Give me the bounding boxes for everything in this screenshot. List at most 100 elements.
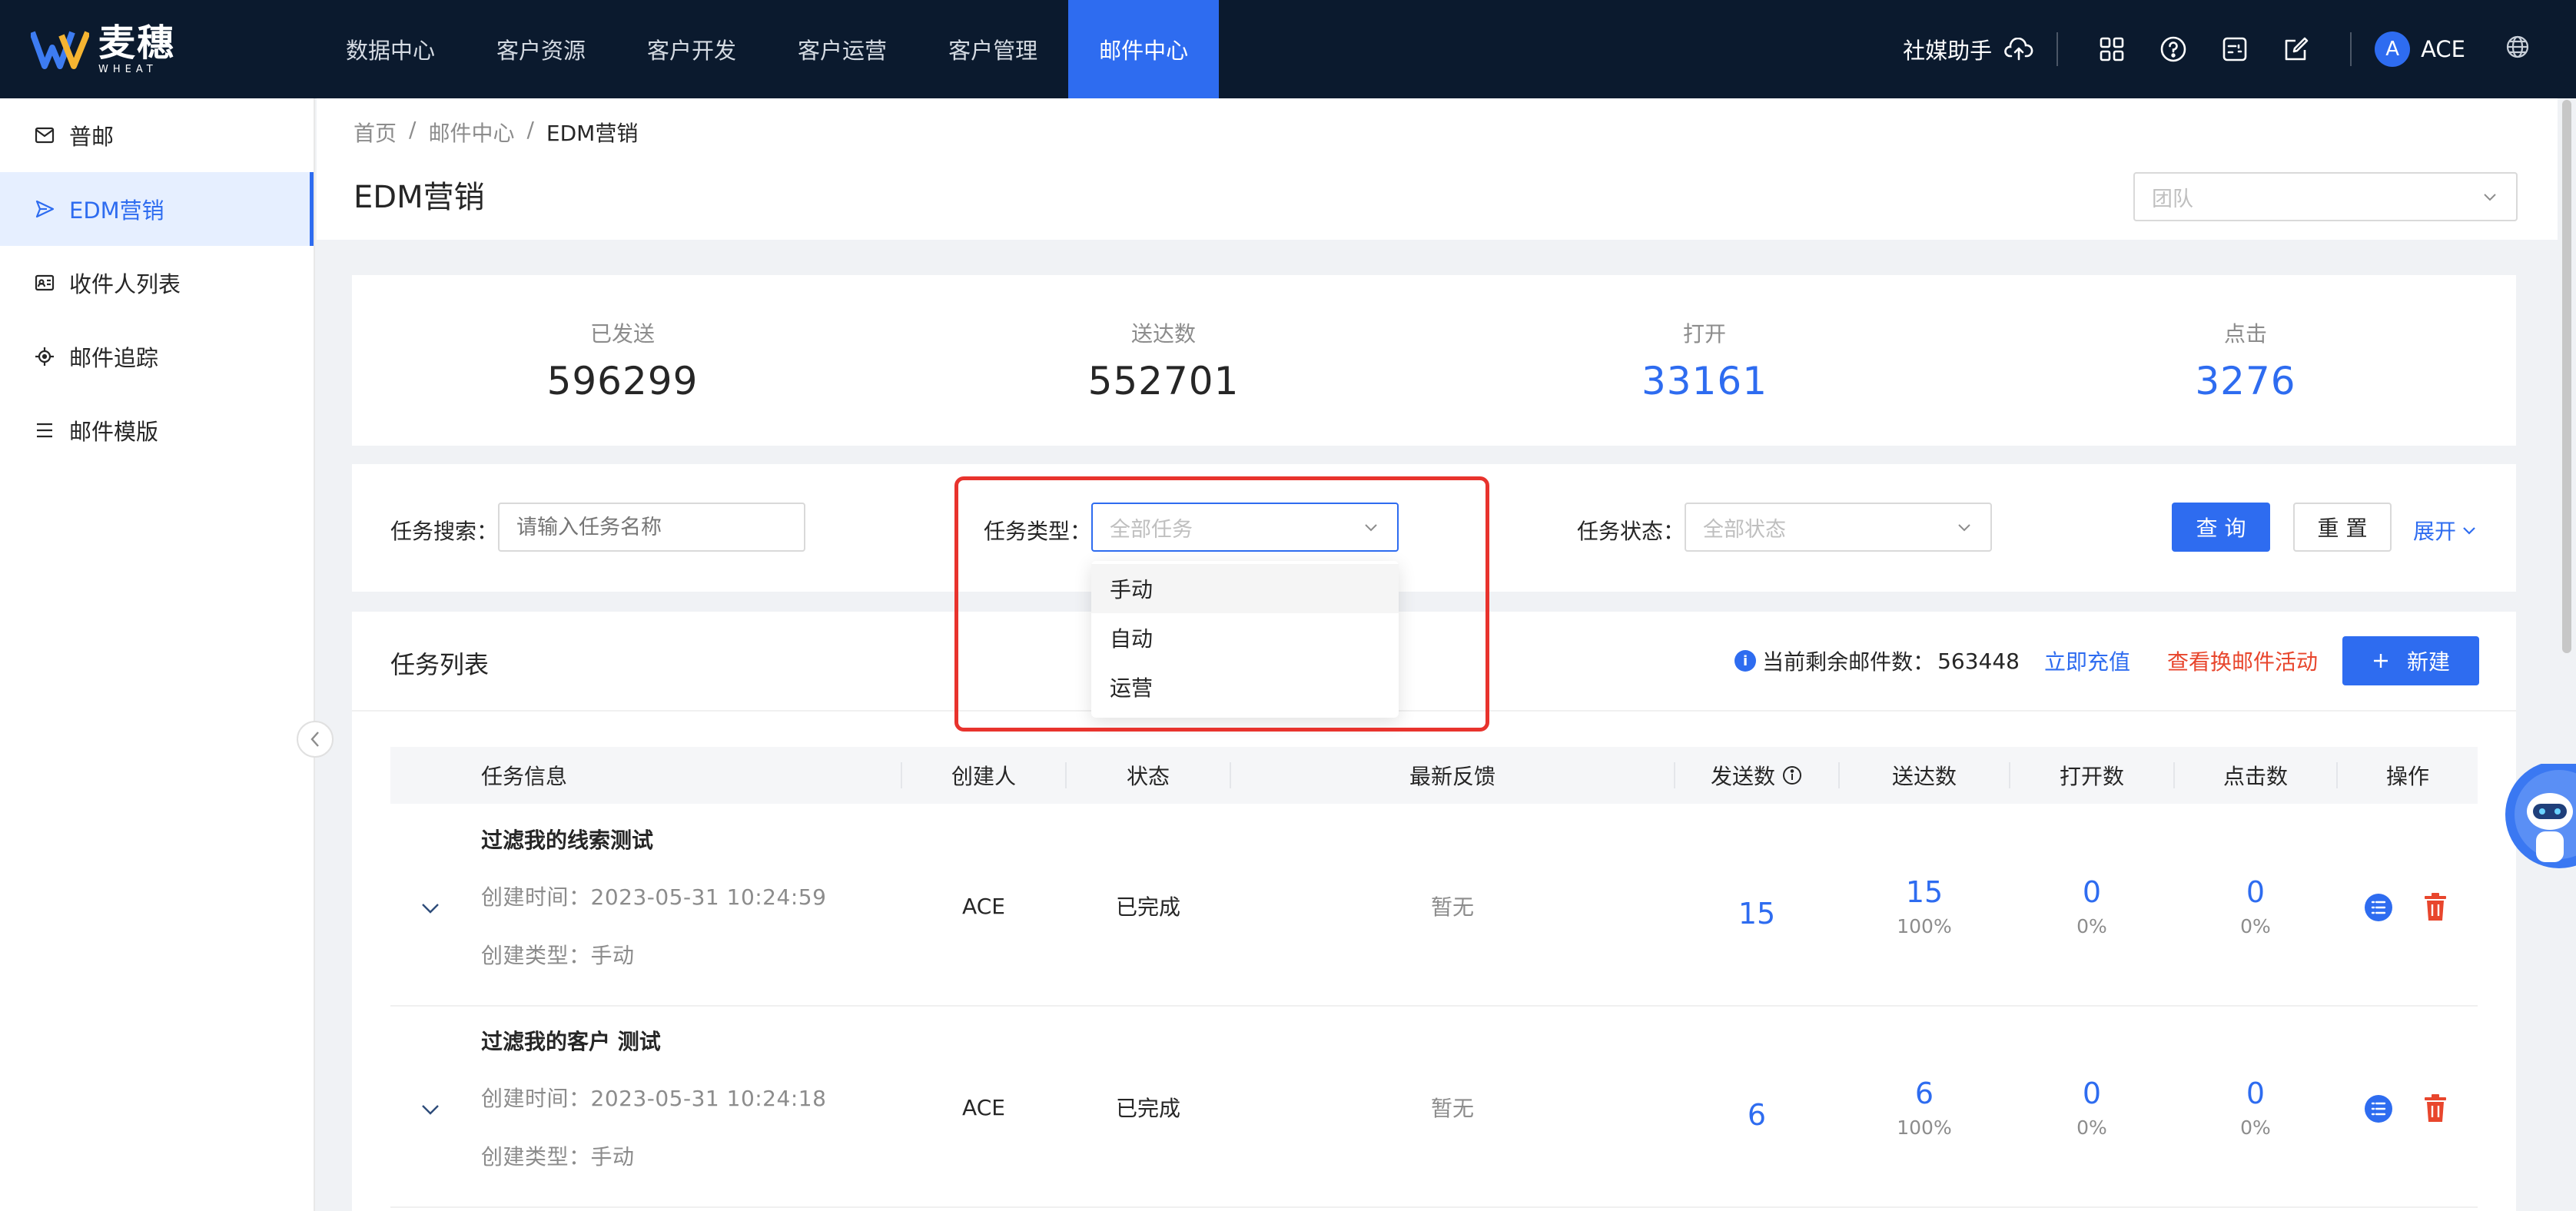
sidebar-item-mail-tracking[interactable]: 邮件追踪	[0, 320, 314, 393]
remaining-count: 563448	[1937, 648, 2020, 674]
mail-activity-link[interactable]: 查看换邮件活动	[2167, 645, 2318, 676]
query-button[interactable]: 查 询	[2172, 503, 2270, 552]
task-status-label: 任务状态：	[1577, 519, 1685, 544]
profile-card-icon[interactable]	[2219, 34, 2250, 65]
breadcrumb-separator: /	[526, 117, 534, 142]
remaining-label: 当前剩余邮件数：	[1762, 649, 1935, 675]
chevron-down-icon[interactable]	[418, 896, 443, 921]
nav-item-customer-operations[interactable]: 客户运营	[767, 0, 918, 98]
task-clicked-count[interactable]: 0	[2246, 1077, 2265, 1110]
sidebar-item-label: 邮件模版	[69, 419, 159, 445]
page-header: 首页 / 邮件中心 / EDM营销 EDM营销 团队	[317, 98, 2558, 240]
task-opened-count[interactable]: 0	[2083, 1077, 2101, 1110]
breadcrumb-mail-center[interactable]: 邮件中心	[428, 117, 514, 148]
task-opened-count[interactable]: 0	[2083, 875, 2101, 909]
task-name[interactable]: 过滤我的线索测试	[481, 824, 653, 854]
page-title: EDM营销	[354, 180, 485, 215]
details-list-icon[interactable]	[2364, 893, 2393, 922]
task-delivered-rate: 100%	[1897, 914, 1952, 937]
task-created-time: 创建时间：2023-05-31 10:24:18	[481, 1086, 827, 1111]
main-nav: 数据中心 客户资源 客户开发 客户运营 客户管理 邮件中心	[315, 0, 1220, 98]
stat-label: 已发送	[589, 321, 655, 347]
stat-sent: 已发送 596299	[352, 275, 893, 446]
sidebar-item-recipient-list[interactable]: 收件人列表	[0, 246, 314, 320]
task-sent-count[interactable]: 6	[1675, 1014, 1838, 1211]
info-circle-icon[interactable]	[1781, 765, 1803, 786]
nav-item-customer-development[interactable]: 客户开发	[616, 0, 767, 98]
id-card-icon	[34, 272, 55, 294]
sidebar-item-mail-templates[interactable]: 邮件模版	[0, 393, 314, 467]
task-name[interactable]: 过滤我的客户 测试	[481, 1025, 661, 1056]
task-list-panel: 任务列表 i 当前剩余邮件数： 563448 立即充值 查看换邮件活动 新建 任…	[352, 612, 2516, 1211]
brand-name: 麦穗	[98, 21, 176, 65]
column-header-status: 状态	[1126, 764, 1170, 789]
task-creator: ACE	[962, 893, 1005, 919]
delete-icon[interactable]	[2422, 1093, 2448, 1123]
column-header-latest-feedback: 最新反馈	[1409, 764, 1495, 789]
sidebar-item-label: EDM营销	[69, 197, 164, 224]
stat-value: 552701	[1087, 359, 1240, 403]
task-clicked: 0 0%	[2175, 805, 2336, 1007]
edit-icon[interactable]	[2281, 34, 2312, 65]
send-icon	[34, 198, 55, 220]
nav-item-customer-resources[interactable]: 客户资源	[466, 0, 616, 98]
page-scrollbar[interactable]	[2562, 100, 2571, 653]
nav-item-customer-management[interactable]: 客户管理	[918, 0, 1068, 98]
task-status: 已完成	[1115, 1096, 1180, 1121]
task-clicked-rate: 0%	[2240, 914, 2271, 937]
delete-icon[interactable]	[2422, 891, 2448, 922]
recharge-link[interactable]: 立即充值	[2044, 645, 2130, 676]
task-delivered: 15 100%	[1840, 805, 2009, 1007]
breadcrumb-home[interactable]: 首页	[354, 117, 397, 148]
new-task-button[interactable]: 新建	[2342, 636, 2479, 685]
expand-filter-link[interactable]: 展开	[2413, 515, 2478, 546]
chevron-down-icon[interactable]	[418, 1097, 443, 1122]
sidebar-item-label: 普邮	[69, 124, 115, 150]
stat-value: 596299	[546, 359, 699, 403]
reset-button[interactable]: 重 置	[2293, 503, 2392, 552]
logo-mark-icon	[31, 31, 89, 69]
task-created-time: 创建时间：2023-05-31 10:24:59	[481, 884, 827, 910]
stat-clicked: 点击 3276	[1975, 275, 2516, 446]
chevron-down-icon	[2484, 194, 2496, 201]
task-delivered-count[interactable]: 15	[1906, 875, 1943, 909]
sidebar-item-edm-marketing[interactable]: EDM营销	[0, 172, 314, 246]
help-icon[interactable]	[2158, 34, 2189, 65]
globe-icon[interactable]	[2505, 35, 2530, 65]
task-search-input[interactable]	[498, 503, 805, 552]
task-type-dropdown: 手动 自动 运营	[1091, 561, 1399, 718]
breadcrumb: 首页 / 邮件中心 / EDM营销	[354, 117, 638, 148]
task-type-option-manual[interactable]: 手动	[1091, 564, 1399, 613]
stat-delivered: 送达数 552701	[893, 275, 1434, 446]
task-sent-count[interactable]: 15	[1675, 813, 1838, 1014]
task-delivered-count[interactable]: 6	[1915, 1077, 1934, 1110]
username[interactable]: ACE	[2421, 36, 2465, 62]
sidebar-item-regular-mail[interactable]: 普邮	[0, 98, 314, 172]
assistant-robot-icon[interactable]	[2498, 764, 2576, 871]
task-type-value: 全部任务	[1110, 517, 1193, 542]
task-opened: 0 0%	[2010, 805, 2173, 1007]
column-header-actions: 操作	[2385, 764, 2429, 789]
details-list-icon[interactable]	[2364, 1094, 2393, 1123]
sidebar: 普邮 EDM营销 收件人列表 邮件追踪 邮件模版	[0, 98, 315, 1211]
social-helper-button[interactable]: 社媒助手	[1903, 33, 2033, 65]
team-select[interactable]: 团队	[2133, 172, 2518, 221]
apps-icon[interactable]	[2096, 34, 2127, 65]
column-header-clicked: 点击数	[2222, 764, 2288, 789]
sidebar-collapse-button[interactable]	[297, 721, 334, 758]
nav-item-data-center[interactable]: 数据中心	[315, 0, 466, 98]
task-clicked-count[interactable]: 0	[2246, 875, 2265, 909]
cloud-upload-icon	[2004, 38, 2033, 61]
avatar[interactable]: A	[2375, 32, 2411, 67]
plus-icon	[2373, 654, 2388, 668]
breadcrumb-current: EDM营销	[546, 121, 639, 146]
task-type-select[interactable]: 全部任务	[1091, 503, 1399, 552]
brand-logo[interactable]: 麦穗 WHEAT	[31, 21, 176, 75]
nav-item-mail-center[interactable]: 邮件中心	[1068, 0, 1220, 98]
task-status-select[interactable]: 全部状态	[1685, 503, 1992, 552]
toolbar-divider	[2056, 32, 2059, 66]
column-header-sent-label: 发送数	[1710, 764, 1775, 789]
task-type-option-auto[interactable]: 自动	[1091, 613, 1399, 662]
task-type-option-operation[interactable]: 运营	[1091, 662, 1399, 712]
stats-panel: 已发送 596299 送达数 552701 打开 33161 点击 3276	[352, 275, 2516, 446]
